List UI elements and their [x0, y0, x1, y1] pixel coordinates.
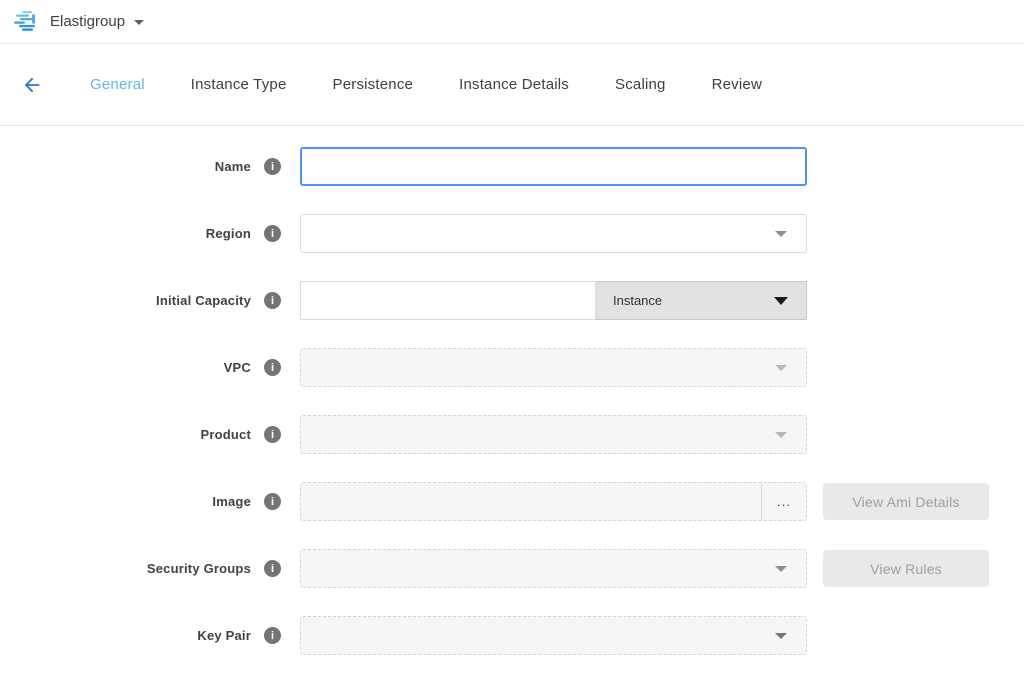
security-groups-caret-icon [775, 566, 787, 572]
image-field: ... [300, 482, 807, 521]
app-switcher-caret-icon[interactable] [134, 20, 144, 25]
initial-capacity-input[interactable] [301, 282, 595, 319]
region-info-icon[interactable]: i [264, 225, 281, 242]
region-caret-icon [775, 231, 787, 237]
security-groups-select [300, 549, 807, 588]
vpc-label: VPC [224, 360, 251, 375]
capacity-unit-select[interactable]: Instance [596, 281, 807, 320]
image-value [301, 483, 761, 520]
vpc-select [300, 348, 807, 387]
back-arrow-icon[interactable] [21, 74, 43, 96]
region-label: Region [206, 226, 251, 241]
image-browse-button[interactable]: ... [761, 483, 806, 520]
image-label: Image [212, 494, 251, 509]
wizard-tab-bar: General Instance Type Persistence Instan… [0, 44, 1024, 126]
image-row: Image i ... View Ami Details [0, 482, 1024, 521]
tab-general[interactable]: General [90, 76, 145, 93]
key-pair-row: Key Pair i [0, 616, 1024, 655]
tab-persistence[interactable]: Persistence [333, 76, 414, 93]
capacity-unit-caret-icon [774, 297, 788, 305]
key-pair-caret-icon [775, 633, 787, 639]
product-row: Product i [0, 415, 1024, 454]
name-input[interactable] [302, 149, 805, 184]
initial-capacity-field-wrap [300, 281, 596, 320]
capacity-unit-value: Instance [613, 293, 662, 308]
app-switcher-label[interactable]: Elastigroup [50, 13, 125, 30]
product-select [300, 415, 807, 454]
view-ami-details-button[interactable]: View Ami Details [823, 483, 989, 520]
name-label: Name [215, 159, 251, 174]
elastigroup-logo-icon [13, 9, 39, 35]
security-groups-info-icon[interactable]: i [264, 560, 281, 577]
top-bar: Elastigroup [0, 0, 1024, 44]
image-info-icon[interactable]: i [264, 493, 281, 510]
key-pair-select [300, 616, 807, 655]
view-rules-button[interactable]: View Rules [823, 550, 989, 587]
initial-capacity-label: Initial Capacity [156, 293, 251, 308]
tab-review[interactable]: Review [712, 76, 762, 93]
product-caret-icon [775, 432, 787, 438]
name-field-wrap [300, 147, 807, 186]
general-form: Name i Region i Initial Capacity i Insta… [0, 126, 1024, 655]
product-info-icon[interactable]: i [264, 426, 281, 443]
initial-capacity-info-icon[interactable]: i [264, 292, 281, 309]
security-groups-label: Security Groups [147, 561, 251, 576]
key-pair-info-icon[interactable]: i [264, 627, 281, 644]
region-row: Region i [0, 214, 1024, 253]
tab-instance-details[interactable]: Instance Details [459, 76, 569, 93]
tab-scaling[interactable]: Scaling [615, 76, 666, 93]
tab-instance-type[interactable]: Instance Type [191, 76, 287, 93]
vpc-caret-icon [775, 365, 787, 371]
region-select[interactable] [300, 214, 807, 253]
vpc-row: VPC i [0, 348, 1024, 387]
key-pair-label: Key Pair [197, 628, 251, 643]
product-label: Product [200, 427, 251, 442]
wizard-tabs: General Instance Type Persistence Instan… [90, 76, 808, 93]
initial-capacity-row: Initial Capacity i Instance [0, 281, 1024, 320]
vpc-info-icon[interactable]: i [264, 359, 281, 376]
security-groups-row: Security Groups i View Rules [0, 549, 1024, 588]
name-info-icon[interactable]: i [264, 158, 281, 175]
name-row: Name i [0, 147, 1024, 186]
